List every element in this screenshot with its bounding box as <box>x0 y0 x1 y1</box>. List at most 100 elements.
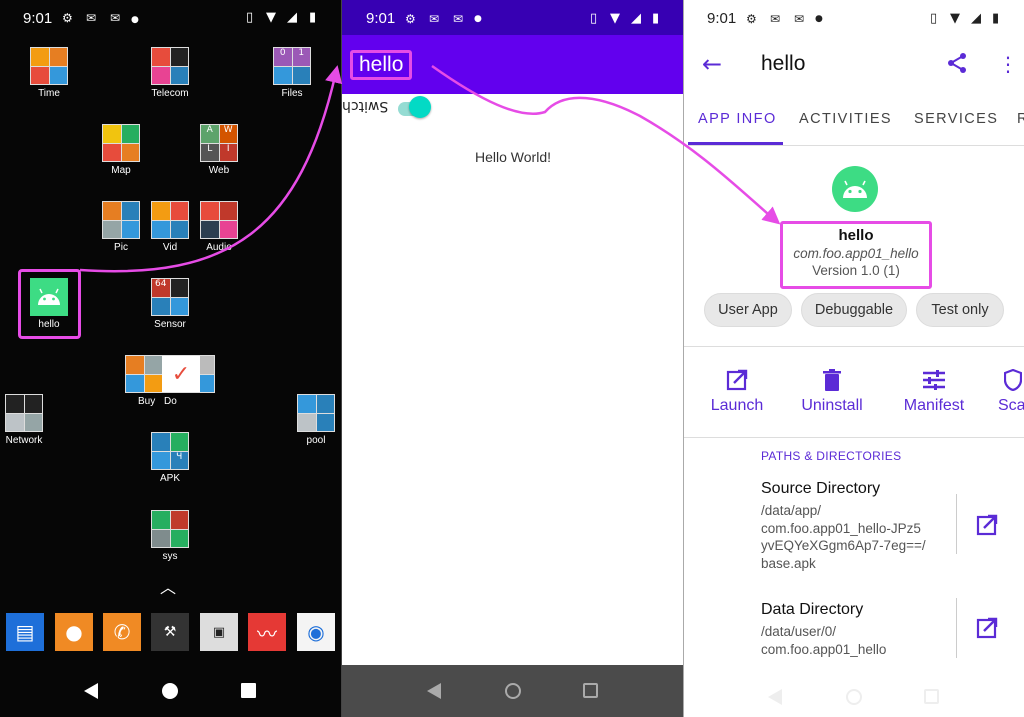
open-in-new-icon <box>704 368 770 392</box>
sensor-icon: 64 <box>151 278 189 316</box>
action-label: Uninstall <box>801 397 863 414</box>
vibrate-icon: ▯ <box>930 11 938 26</box>
divider <box>956 494 957 554</box>
switch-thumb[interactable] <box>409 96 431 118</box>
mail-icon: ✉ <box>429 12 440 26</box>
app-audio[interactable]: Audio <box>179 201 259 253</box>
data-directory-title: Data Directory <box>761 601 864 618</box>
more-vert-icon[interactable]: ⋮ <box>998 52 1018 76</box>
hello-app-screen: 9:01 ⚙ ✉ ✉ ● ▯ ▼ ◢ ▮ hello Switch Hello … <box>341 0 684 717</box>
notification-dot-icon: ● <box>474 14 482 24</box>
app-label: Map <box>111 165 131 176</box>
app-buy-do[interactable]: ✓ Buy Do <box>125 355 215 407</box>
uninstall-button[interactable]: Uninstall <box>794 368 870 415</box>
manifest-button[interactable]: Manifest <box>894 368 974 415</box>
tab-services[interactable]: SERVICES <box>914 111 998 127</box>
app-sys[interactable]: sys <box>130 510 210 562</box>
chip-debuggable: Debuggable <box>801 293 907 327</box>
app-map[interactable]: Map <box>81 124 161 176</box>
app-label: Files <box>281 88 303 99</box>
app-toolbar: hello <box>342 35 683 94</box>
signal-icon: ◢ <box>631 11 641 26</box>
app-web[interactable]: A W L I Web <box>179 124 259 176</box>
app-apk[interactable]: Ч APK <box>130 432 210 484</box>
switch-label: Switch <box>342 98 389 114</box>
app-time[interactable]: Time <box>9 47 89 99</box>
app-telecom[interactable]: Telecom <box>130 47 210 99</box>
clock-icon <box>30 47 68 85</box>
files-cell-text: 1 <box>292 48 310 66</box>
vpn-icon: ⚙ <box>746 12 757 26</box>
tab-bar: APP INFO ACTIVITIES SERVICES R <box>684 100 1024 146</box>
apk-cell-text: Ч <box>170 451 188 469</box>
app-label: Time <box>38 88 60 99</box>
home-icon[interactable] <box>846 689 862 705</box>
mail-icon: ✉ <box>110 11 121 25</box>
app-title: hello <box>761 52 806 75</box>
divider <box>956 598 957 658</box>
shield-icon <box>998 368 1024 392</box>
home-icon[interactable] <box>162 683 178 699</box>
web-icon: A W L I <box>200 124 238 162</box>
network-icon <box>5 394 43 432</box>
app-hello[interactable]: hello <box>9 278 89 330</box>
recents-icon[interactable] <box>924 689 939 704</box>
app-sensor[interactable]: 64 Sensor <box>130 278 210 330</box>
open-in-new-icon[interactable] <box>976 617 998 639</box>
web-cell-text: W <box>219 125 237 143</box>
open-in-new-icon[interactable] <box>976 514 998 536</box>
divider <box>684 437 1024 438</box>
home-icon[interactable] <box>505 683 521 699</box>
messages-icon[interactable]: ▤ <box>6 613 44 651</box>
app-pool[interactable]: pool <box>276 394 341 446</box>
tab-activities[interactable]: ACTIVITIES <box>799 111 892 127</box>
app-name: hello <box>838 227 874 244</box>
tab-app-info[interactable]: APP INFO <box>698 111 777 127</box>
back-icon[interactable] <box>427 683 441 699</box>
app-files[interactable]: 0 1 Files <box>252 47 332 99</box>
app-network[interactable]: Network <box>0 394 64 446</box>
tab-indicator <box>688 142 783 145</box>
hello-world-text: Hello World! <box>475 149 551 165</box>
scan-button[interactable]: Sca <box>998 368 1024 415</box>
back-icon[interactable] <box>84 683 98 699</box>
action-label: Launch <box>710 397 764 414</box>
app-label: Web <box>208 165 230 176</box>
recents-icon[interactable] <box>583 683 598 698</box>
web-cell-text: A <box>201 125 219 143</box>
chip-user-app: User App <box>704 293 792 327</box>
app-label: sys <box>162 551 178 562</box>
launch-button[interactable]: Launch <box>704 368 770 415</box>
tools-icon[interactable]: ⚒ <box>151 613 189 651</box>
chevron-up-icon[interactable]: ︿ <box>160 574 176 598</box>
files-cell-text: 0 <box>274 48 292 66</box>
web-cell-text: L <box>201 143 219 161</box>
wifi-icon: ▼ <box>950 11 960 26</box>
recents-icon[interactable] <box>241 683 256 698</box>
mail-icon: ✉ <box>794 12 805 26</box>
app-info-highlight-box: hello com.foo.app01_hello Version 1.0 (1… <box>780 221 932 289</box>
back-icon[interactable] <box>768 689 782 705</box>
source-directory-title: Source Directory <box>761 480 881 497</box>
wifi-icon: ▼ <box>610 11 620 26</box>
app-label: hello <box>38 319 60 330</box>
tab-receivers[interactable]: R <box>1017 111 1024 127</box>
package-name: com.foo.app01_hello <box>793 246 919 261</box>
dashcam-icon[interactable]: ▣ <box>200 613 238 651</box>
launcher-screen: 9:01 ⚙ ✉ ✉ ● ▯ ▼ ◢ ▮ Time Telecom 0 1 Fi… <box>0 0 341 717</box>
signal-icon: ◢ <box>287 10 297 25</box>
phone-icon[interactable]: ✆ <box>103 613 141 651</box>
camera-icon[interactable]: ◉ <box>297 613 335 651</box>
back-arrow-icon[interactable]: ← <box>702 50 722 78</box>
share-icon[interactable] <box>946 52 968 74</box>
app-bar: ← hello ⋮ <box>684 36 1024 92</box>
source-directory-value: /data/app/ com.foo.app01_hello-JPz5 yvEQ… <box>761 503 926 571</box>
recorder-icon[interactable]: 〰 <box>248 613 286 651</box>
signal-icon: ◢ <box>971 11 981 26</box>
app-title: hello <box>350 50 413 80</box>
sensor-cell-text: 64 <box>152 279 170 297</box>
android-icon <box>832 166 878 212</box>
battery-icon: ▮ <box>309 10 317 25</box>
contacts-icon[interactable]: ● <box>55 613 93 651</box>
app-label: Sensor <box>154 319 186 330</box>
